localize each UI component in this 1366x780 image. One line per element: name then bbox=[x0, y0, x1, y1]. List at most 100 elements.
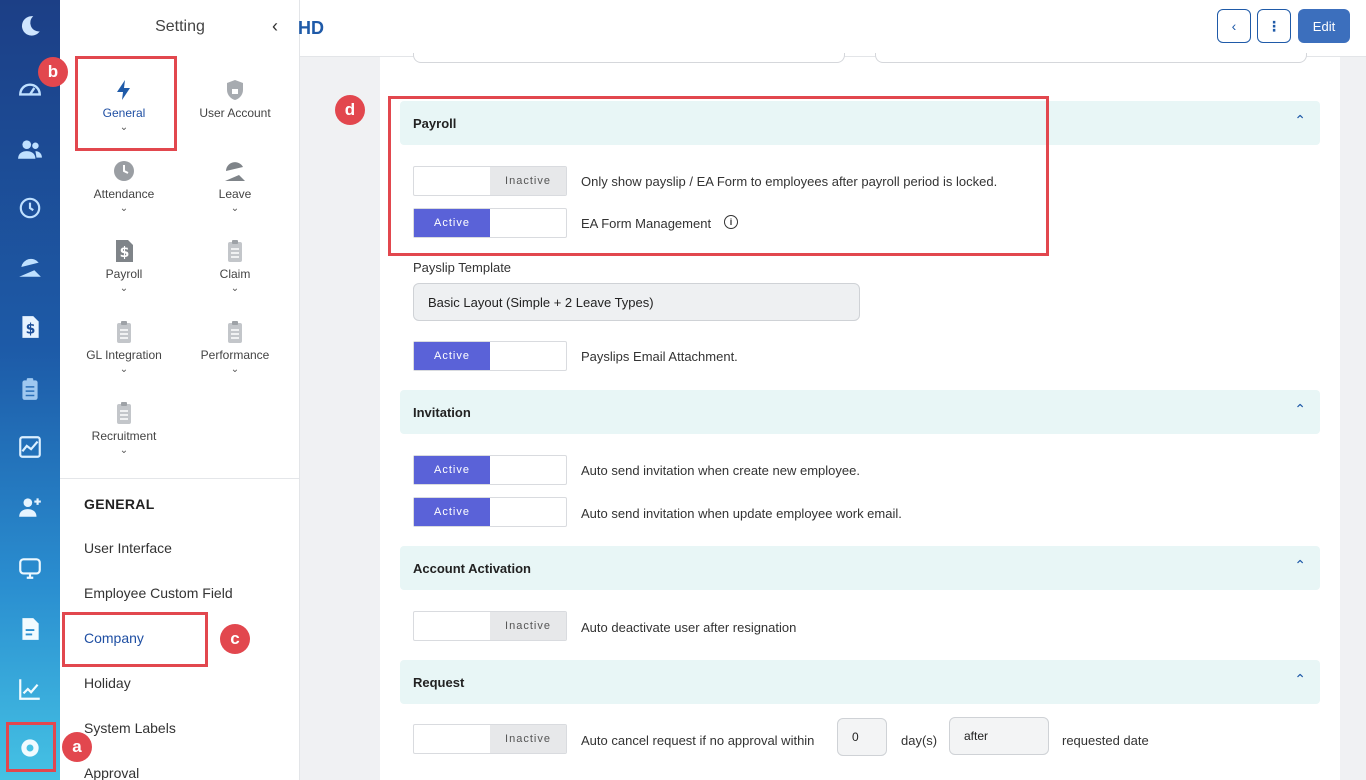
module-label: Attendance bbox=[93, 187, 155, 201]
payslip-template-label: Payslip Template bbox=[413, 260, 512, 275]
top-field-left[interactable] bbox=[413, 53, 845, 63]
section-title: Invitation bbox=[413, 405, 471, 420]
module-gl-integration[interactable]: GL Integration ⌄ bbox=[68, 320, 180, 375]
clock-icon bbox=[114, 161, 134, 181]
callout-badge-d: d bbox=[335, 95, 365, 125]
module-label: User Account bbox=[199, 106, 271, 120]
invite-update-email-label: Auto send invitation when update employe… bbox=[581, 506, 902, 521]
shield-lock-icon bbox=[227, 80, 243, 100]
days-input[interactable]: 0 bbox=[837, 718, 887, 756]
sidebar-divider bbox=[60, 478, 299, 479]
back-button[interactable]: ‹ bbox=[1217, 9, 1251, 43]
auto-cancel-label: Auto cancel request if no approval withi… bbox=[581, 733, 815, 748]
moon-logo-icon[interactable] bbox=[15, 11, 45, 41]
add-person-icon[interactable] bbox=[15, 492, 45, 522]
line-chart-icon[interactable] bbox=[15, 674, 45, 704]
payslip-email-label: Payslips Email Attachment. bbox=[581, 349, 738, 364]
clipboard-icon bbox=[228, 240, 242, 262]
sidebar-section-heading: GENERAL bbox=[84, 496, 155, 512]
callout-badge-c: c bbox=[220, 624, 250, 654]
analytics-icon[interactable] bbox=[15, 432, 45, 462]
highlight-settings-gear bbox=[6, 722, 56, 772]
highlight-company-link bbox=[62, 612, 208, 667]
svg-text:$: $ bbox=[26, 322, 36, 338]
section-title: Account Activation bbox=[413, 561, 531, 576]
toggle-state: Active bbox=[414, 456, 490, 484]
clipboard-icon bbox=[117, 402, 131, 424]
sidebar-item-system-labels[interactable]: System Labels bbox=[84, 720, 176, 736]
section-account-activation-header[interactable]: Account Activation ⌃ bbox=[400, 546, 1320, 590]
module-label: Performance bbox=[200, 348, 270, 362]
chevron-down-icon: ⌄ bbox=[230, 283, 240, 294]
module-performance[interactable]: Performance ⌄ bbox=[179, 320, 291, 375]
section-title: Request bbox=[413, 675, 465, 690]
chevron-down-icon: ⌄ bbox=[119, 283, 129, 294]
sidebar-item-holiday[interactable]: Holiday bbox=[84, 675, 131, 691]
collapse-sidebar-button[interactable]: ‹ bbox=[272, 16, 278, 37]
invite-new-employee-label: Auto send invitation when create new emp… bbox=[581, 463, 860, 478]
page-title: HD bbox=[298, 18, 324, 38]
leave-umbrella-icon[interactable] bbox=[15, 252, 45, 282]
history-icon[interactable] bbox=[15, 193, 45, 223]
chevron-down-icon: ⌄ bbox=[230, 203, 240, 214]
chevron-up-icon[interactable]: ⌃ bbox=[1294, 112, 1306, 129]
svg-text:$: $ bbox=[120, 245, 130, 261]
monitor-icon[interactable] bbox=[15, 553, 45, 583]
callout-badge-a: a bbox=[62, 732, 92, 762]
chevron-down-icon: ⌄ bbox=[119, 203, 129, 214]
module-label: Payroll bbox=[105, 267, 143, 281]
payslip-email-toggle[interactable]: Active bbox=[413, 341, 567, 371]
highlight-general-module bbox=[75, 56, 177, 151]
module-leave[interactable]: Leave ⌄ bbox=[179, 159, 291, 214]
chevron-up-icon[interactable]: ⌃ bbox=[1294, 671, 1306, 688]
toggle-state: Inactive bbox=[490, 725, 566, 753]
chevron-down-icon: ⌄ bbox=[119, 364, 129, 375]
chevron-down-icon: ⌄ bbox=[119, 445, 129, 456]
app-nav-rail: $ bbox=[0, 0, 60, 780]
highlight-payroll-section bbox=[388, 96, 1049, 256]
module-claim[interactable]: Claim ⌄ bbox=[179, 239, 291, 294]
auto-deactivate-toggle[interactable]: Inactive bbox=[413, 611, 567, 641]
toggle-state: Active bbox=[414, 342, 490, 370]
clipboard-icon bbox=[117, 321, 131, 343]
module-user-account[interactable]: User Account bbox=[179, 78, 291, 120]
payslip-template-select[interactable]: Basic Layout (Simple + 2 Leave Types) bbox=[413, 283, 860, 321]
chevron-up-icon[interactable]: ⌃ bbox=[1294, 401, 1306, 418]
module-label: Leave bbox=[218, 187, 252, 201]
sidebar-item-user-interface[interactable]: User Interface bbox=[84, 540, 172, 556]
dollar-doc-icon: $ bbox=[116, 240, 133, 262]
chevron-up-icon[interactable]: ⌃ bbox=[1294, 557, 1306, 574]
days-unit-label: day(s) bbox=[901, 733, 938, 748]
people-icon[interactable] bbox=[15, 134, 45, 164]
payroll-dollar-icon[interactable]: $ bbox=[15, 312, 45, 342]
callout-badge-b: b bbox=[38, 57, 68, 87]
chevron-down-icon: ⌄ bbox=[230, 364, 240, 375]
sidebar-item-employee-custom-field[interactable]: Employee Custom Field bbox=[84, 585, 233, 601]
section-request-header[interactable]: Request ⌃ bbox=[400, 660, 1320, 704]
clipboard-icon bbox=[228, 321, 242, 343]
document-icon[interactable] bbox=[15, 614, 45, 644]
module-recruitment[interactable]: Recruitment ⌄ bbox=[68, 401, 180, 456]
clipboard-icon[interactable] bbox=[15, 374, 45, 404]
module-label: GL Integration bbox=[86, 348, 162, 362]
module-attendance[interactable]: Attendance ⌄ bbox=[68, 159, 180, 214]
module-label: Claim bbox=[219, 267, 251, 281]
auto-cancel-toggle[interactable]: Inactive bbox=[413, 724, 567, 754]
sidebar-title: Setting bbox=[155, 18, 205, 35]
module-label: Recruitment bbox=[91, 429, 157, 443]
umbrella-icon bbox=[225, 162, 245, 181]
edit-button[interactable]: Edit bbox=[1298, 9, 1350, 43]
more-options-button[interactable]: ⋮ bbox=[1257, 9, 1291, 43]
requested-date-label: requested date bbox=[1062, 733, 1149, 748]
sidebar-item-approval[interactable]: Approval bbox=[84, 765, 139, 780]
section-invitation-header[interactable]: Invitation ⌃ bbox=[400, 390, 1320, 434]
toggle-state: Inactive bbox=[490, 612, 566, 640]
toggle-state: Active bbox=[414, 498, 490, 526]
module-payroll[interactable]: $ Payroll ⌄ bbox=[68, 239, 180, 294]
invite-new-employee-toggle[interactable]: Active bbox=[413, 455, 567, 485]
top-bar: HD ‹ ⋮ Edit bbox=[298, 0, 1366, 57]
invite-update-email-toggle[interactable]: Active bbox=[413, 497, 567, 527]
top-field-right[interactable] bbox=[875, 53, 1307, 63]
auto-deactivate-label: Auto deactivate user after resignation bbox=[581, 620, 797, 635]
when-select[interactable]: after bbox=[949, 717, 1049, 755]
